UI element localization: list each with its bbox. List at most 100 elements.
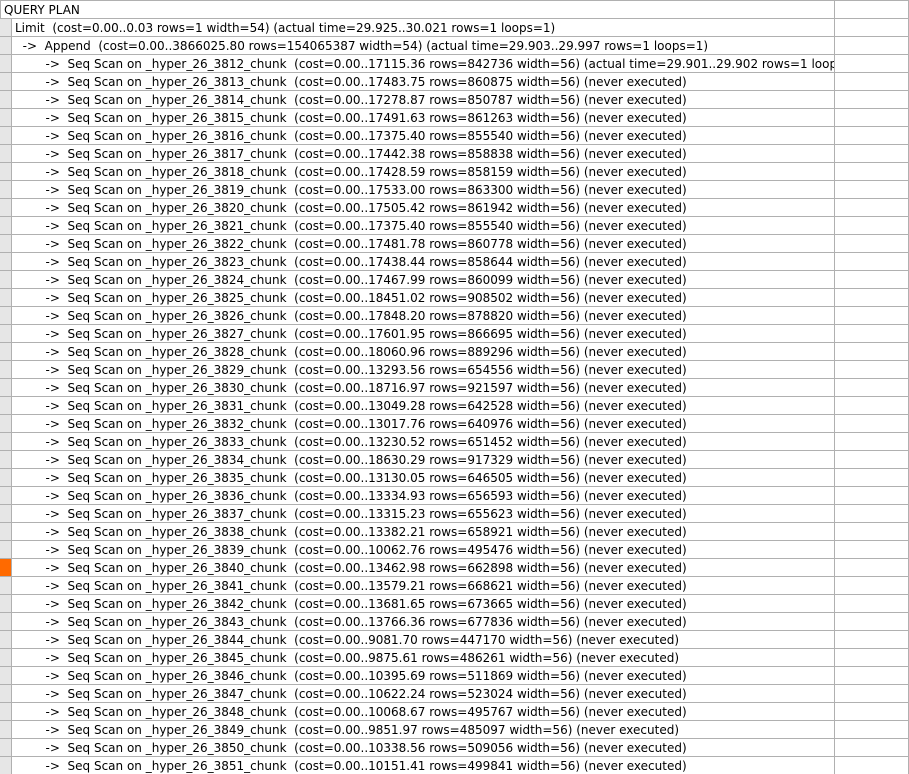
row-gutter[interactable] — [0, 90, 12, 108]
plan-text-cell[interactable]: -> Seq Scan on _hyper_26_3816_chunk (cos… — [12, 126, 835, 144]
plan-text-cell[interactable]: -> Seq Scan on _hyper_26_3834_chunk (cos… — [12, 450, 835, 468]
extra-cell[interactable] — [835, 396, 909, 414]
plan-row[interactable]: -> Seq Scan on _hyper_26_3814_chunk (cos… — [0, 90, 909, 108]
plan-text-cell[interactable]: -> Seq Scan on _hyper_26_3838_chunk (cos… — [12, 522, 835, 540]
row-gutter[interactable] — [0, 162, 12, 180]
row-gutter[interactable] — [0, 414, 12, 432]
extra-cell[interactable] — [835, 468, 909, 486]
plan-text-cell[interactable]: -> Seq Scan on _hyper_26_3830_chunk (cos… — [12, 378, 835, 396]
extra-cell[interactable] — [835, 522, 909, 540]
row-gutter[interactable] — [0, 54, 12, 72]
extra-cell[interactable] — [835, 252, 909, 270]
row-gutter[interactable] — [0, 270, 12, 288]
plan-row[interactable]: -> Seq Scan on _hyper_26_3838_chunk (cos… — [0, 522, 909, 540]
row-gutter[interactable] — [0, 108, 12, 126]
extra-cell[interactable] — [835, 288, 909, 306]
row-gutter[interactable] — [0, 288, 12, 306]
plan-text-cell[interactable]: -> Seq Scan on _hyper_26_3845_chunk (cos… — [12, 648, 835, 666]
extra-cell[interactable] — [835, 180, 909, 198]
extra-cell[interactable] — [835, 594, 909, 612]
extra-cell[interactable] — [835, 558, 909, 576]
extra-cell[interactable] — [835, 144, 909, 162]
extra-cell[interactable] — [835, 612, 909, 630]
row-gutter[interactable] — [0, 450, 12, 468]
row-gutter[interactable] — [0, 36, 12, 54]
plan-row[interactable]: -> Seq Scan on _hyper_26_3815_chunk (cos… — [0, 108, 909, 126]
plan-row[interactable]: -> Seq Scan on _hyper_26_3818_chunk (cos… — [0, 162, 909, 180]
row-gutter[interactable] — [0, 594, 12, 612]
extra-cell[interactable] — [835, 270, 909, 288]
row-gutter[interactable] — [0, 666, 12, 684]
plan-text-cell[interactable]: -> Seq Scan on _hyper_26_3848_chunk (cos… — [12, 702, 835, 720]
plan-row[interactable]: -> Seq Scan on _hyper_26_3841_chunk (cos… — [0, 576, 909, 594]
row-gutter[interactable] — [0, 720, 12, 738]
extra-cell[interactable] — [835, 72, 909, 90]
plan-text-cell[interactable]: -> Seq Scan on _hyper_26_3831_chunk (cos… — [12, 396, 835, 414]
plan-row[interactable]: -> Seq Scan on _hyper_26_3820_chunk (cos… — [0, 198, 909, 216]
plan-row[interactable]: -> Seq Scan on _hyper_26_3842_chunk (cos… — [0, 594, 909, 612]
row-gutter[interactable] — [0, 18, 12, 36]
row-gutter[interactable] — [0, 252, 12, 270]
extra-cell[interactable] — [835, 756, 909, 774]
extra-cell[interactable] — [835, 666, 909, 684]
plan-row[interactable]: -> Seq Scan on _hyper_26_3828_chunk (cos… — [0, 342, 909, 360]
extra-cell[interactable] — [835, 684, 909, 702]
plan-row[interactable]: -> Seq Scan on _hyper_26_3827_chunk (cos… — [0, 324, 909, 342]
plan-row[interactable]: -> Seq Scan on _hyper_26_3816_chunk (cos… — [0, 126, 909, 144]
row-gutter[interactable] — [0, 504, 12, 522]
column-header-query-plan[interactable]: QUERY PLAN — [0, 0, 835, 18]
plan-text-cell[interactable]: Limit (cost=0.00..0.03 rows=1 width=54) … — [12, 18, 835, 36]
row-gutter[interactable] — [0, 126, 12, 144]
extra-cell[interactable] — [835, 486, 909, 504]
extra-cell[interactable] — [835, 720, 909, 738]
extra-cell[interactable] — [835, 504, 909, 522]
row-gutter[interactable] — [0, 486, 12, 504]
plan-text-cell[interactable]: -> Seq Scan on _hyper_26_3822_chunk (cos… — [12, 234, 835, 252]
row-gutter[interactable] — [0, 432, 12, 450]
plan-text-cell[interactable]: -> Seq Scan on _hyper_26_3818_chunk (cos… — [12, 162, 835, 180]
plan-row[interactable]: -> Seq Scan on _hyper_26_3846_chunk (cos… — [0, 666, 909, 684]
plan-text-cell[interactable]: -> Seq Scan on _hyper_26_3813_chunk (cos… — [12, 72, 835, 90]
plan-row[interactable]: -> Seq Scan on _hyper_26_3839_chunk (cos… — [0, 540, 909, 558]
extra-cell[interactable] — [835, 540, 909, 558]
extra-cell[interactable] — [835, 450, 909, 468]
plan-row[interactable]: -> Seq Scan on _hyper_26_3821_chunk (cos… — [0, 216, 909, 234]
plan-row[interactable]: -> Seq Scan on _hyper_26_3851_chunk (cos… — [0, 756, 909, 774]
row-gutter[interactable] — [0, 324, 12, 342]
row-gutter[interactable] — [0, 396, 12, 414]
plan-row[interactable]: -> Seq Scan on _hyper_26_3813_chunk (cos… — [0, 72, 909, 90]
plan-row[interactable]: -> Seq Scan on _hyper_26_3849_chunk (cos… — [0, 720, 909, 738]
plan-text-cell[interactable]: -> Seq Scan on _hyper_26_3843_chunk (cos… — [12, 612, 835, 630]
row-gutter[interactable] — [0, 756, 12, 774]
plan-text-cell[interactable]: -> Seq Scan on _hyper_26_3841_chunk (cos… — [12, 576, 835, 594]
row-gutter[interactable] — [0, 702, 12, 720]
extra-cell[interactable] — [835, 234, 909, 252]
extra-cell[interactable] — [835, 648, 909, 666]
plan-row[interactable]: -> Seq Scan on _hyper_26_3848_chunk (cos… — [0, 702, 909, 720]
extra-cell[interactable] — [835, 36, 909, 54]
column-header-extra[interactable] — [835, 0, 909, 18]
plan-row[interactable]: -> Seq Scan on _hyper_26_3843_chunk (cos… — [0, 612, 909, 630]
plan-text-cell[interactable]: -> Seq Scan on _hyper_26_3840_chunk (cos… — [12, 558, 835, 576]
row-gutter[interactable] — [0, 522, 12, 540]
row-gutter[interactable] — [0, 558, 12, 576]
plan-text-cell[interactable]: -> Seq Scan on _hyper_26_3837_chunk (cos… — [12, 504, 835, 522]
extra-cell[interactable] — [835, 324, 909, 342]
plan-text-cell[interactable]: -> Seq Scan on _hyper_26_3825_chunk (cos… — [12, 288, 835, 306]
plan-text-cell[interactable]: -> Seq Scan on _hyper_26_3829_chunk (cos… — [12, 360, 835, 378]
row-gutter[interactable] — [0, 540, 12, 558]
plan-row[interactable]: -> Seq Scan on _hyper_26_3834_chunk (cos… — [0, 450, 909, 468]
row-gutter[interactable] — [0, 378, 12, 396]
plan-row[interactable]: -> Seq Scan on _hyper_26_3825_chunk (cos… — [0, 288, 909, 306]
plan-row[interactable]: -> Append (cost=0.00..3866025.80 rows=15… — [0, 36, 909, 54]
row-gutter[interactable] — [0, 468, 12, 486]
plan-text-cell[interactable]: -> Seq Scan on _hyper_26_3836_chunk (cos… — [12, 486, 835, 504]
plan-row[interactable]: -> Seq Scan on _hyper_26_3837_chunk (cos… — [0, 504, 909, 522]
plan-text-cell[interactable]: -> Append (cost=0.00..3866025.80 rows=15… — [12, 36, 835, 54]
plan-row[interactable]: -> Seq Scan on _hyper_26_3824_chunk (cos… — [0, 270, 909, 288]
row-gutter[interactable] — [0, 738, 12, 756]
plan-text-cell[interactable]: -> Seq Scan on _hyper_26_3846_chunk (cos… — [12, 666, 835, 684]
row-gutter[interactable] — [0, 234, 12, 252]
plan-text-cell[interactable]: -> Seq Scan on _hyper_26_3828_chunk (cos… — [12, 342, 835, 360]
row-gutter[interactable] — [0, 576, 12, 594]
